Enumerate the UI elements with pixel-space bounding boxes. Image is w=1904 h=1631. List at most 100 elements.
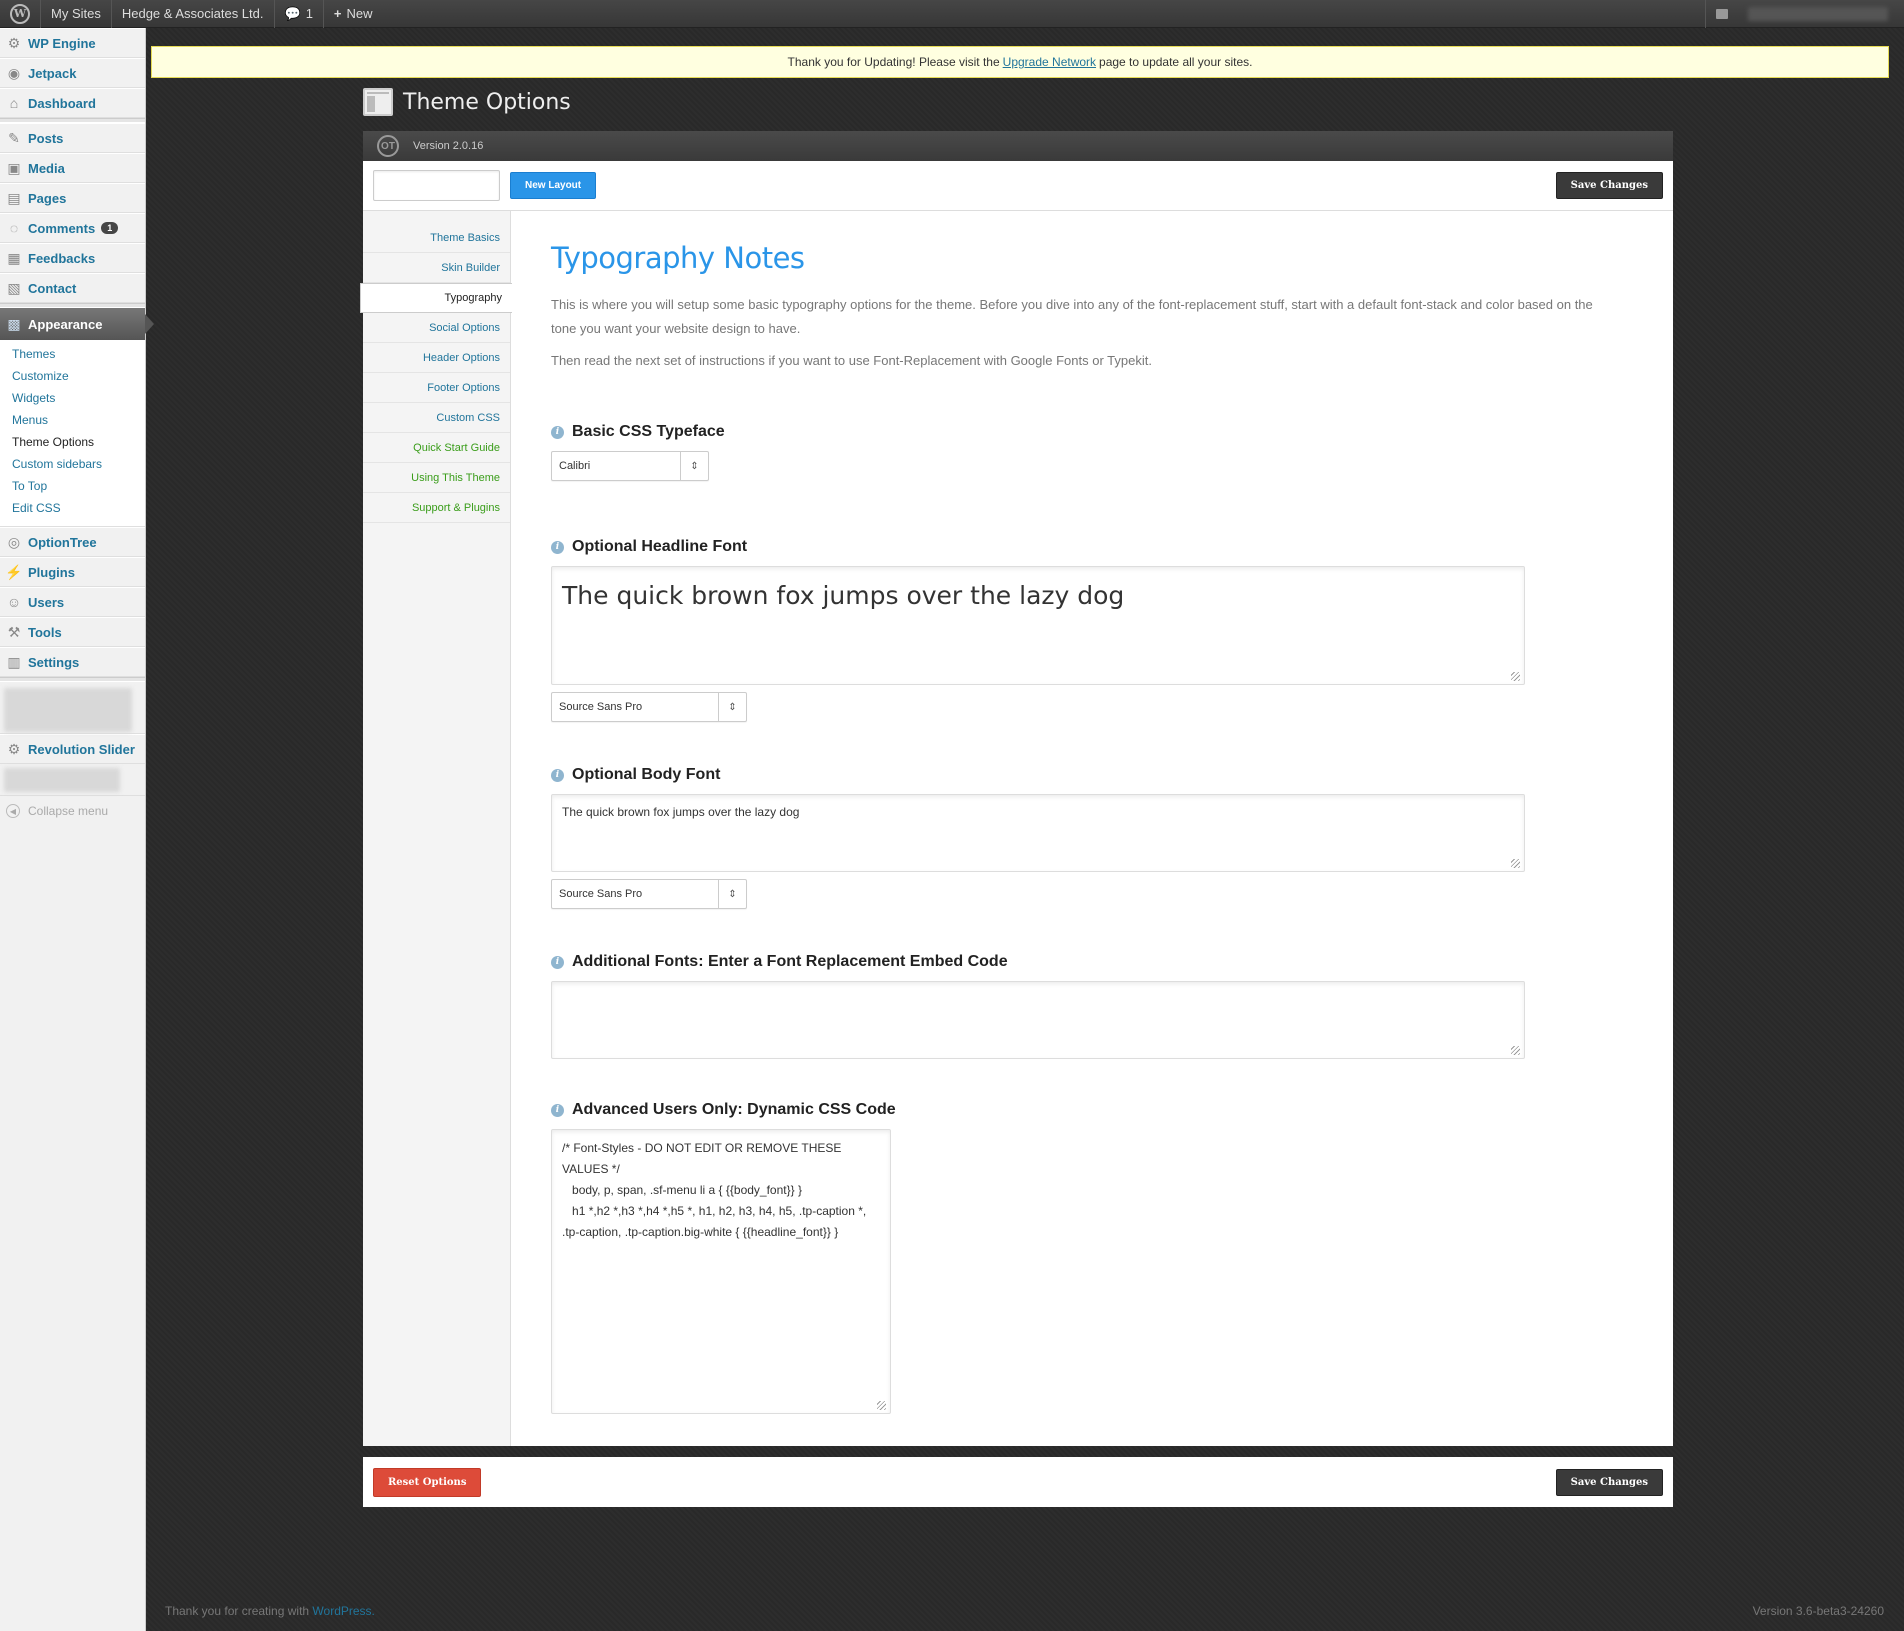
option-label: i Basic CSS Typeface (551, 423, 1633, 441)
submenu-menus[interactable]: Menus (0, 410, 145, 432)
sidebar-item-users[interactable]: ☺ Users (0, 587, 145, 617)
comments-menu[interactable]: 💬 1 (275, 0, 324, 28)
dynamic-css-textarea[interactable]: /* Font-Styles - DO NOT EDIT OR REMOVE T… (551, 1129, 891, 1414)
submenu-themes[interactable]: Themes (0, 344, 145, 366)
tab-support-plugins[interactable]: Support & Plugins (363, 493, 510, 523)
tab-theme-basics[interactable]: Theme Basics (363, 223, 510, 253)
sidebar-item-revolution-slider[interactable]: ⚙ Revolution Slider (0, 734, 145, 764)
tab-custom-css[interactable]: Custom CSS (363, 403, 510, 433)
blurred-plugin-menu[interactable] (0, 682, 145, 734)
font-embed-code-textarea[interactable] (551, 981, 1525, 1059)
sidebar-item-settings[interactable]: ▥ Settings (0, 647, 145, 677)
tools-icon: ⚒ (7, 623, 21, 640)
submenu-customize[interactable]: Customize (0, 366, 145, 388)
info-icon[interactable]: i (551, 540, 564, 554)
save-changes-button-top[interactable]: Save Changes (1555, 172, 1663, 199)
sidebar-item-appearance[interactable]: ▩ Appearance (0, 308, 154, 340)
new-layout-button[interactable]: New Layout (510, 172, 597, 199)
plugin-icon: ⚡ (5, 563, 23, 580)
reset-options-button[interactable]: Reset Options (373, 1467, 482, 1497)
save-changes-button-bottom[interactable]: Save Changes (1555, 1468, 1663, 1496)
sidebar-item-media[interactable]: ▣ Media (0, 153, 145, 183)
panel-header: OT Version 2.0.16 (363, 131, 1673, 161)
resize-grip-icon[interactable] (1511, 1046, 1520, 1055)
select-arrows-icon: ⇕ (718, 880, 746, 908)
option-headline-font: i Optional Headline Font The quick brown… (551, 538, 1633, 722)
notice-text-before: Thank you for Updating! Please visit the (787, 55, 1000, 69)
jetpack-icon: ◉ (7, 64, 21, 81)
headline-font-preview[interactable]: The quick brown fox jumps over the lazy … (551, 566, 1525, 685)
wordpress-link[interactable]: WordPress. (312, 1604, 374, 1618)
comments-badge: 1 (101, 222, 119, 234)
tab-footer-options[interactable]: Footer Options (363, 373, 510, 403)
info-icon[interactable]: i (551, 1103, 564, 1117)
sidebar-item-tools[interactable]: ⚒ Tools (0, 617, 145, 647)
body-font-select[interactable]: Source Sans Pro ⇕ (551, 879, 747, 909)
submenu-to-top[interactable]: To Top (0, 476, 145, 498)
sidebar-item-feedbacks[interactable]: ▦ Feedbacks (0, 243, 145, 273)
tab-quick-start-guide[interactable]: Quick Start Guide (363, 433, 510, 463)
admin-bar: W My Sites Hedge & Associates Ltd. 💬 1 +… (0, 0, 1904, 28)
layout-name-input[interactable] (373, 170, 500, 201)
submenu-theme-options[interactable]: Theme Options (0, 432, 145, 454)
blurred-plugin-menu-2[interactable] (0, 764, 145, 796)
gear-icon: ⚙ (7, 34, 21, 51)
resize-grip-icon[interactable] (877, 1401, 886, 1410)
collapse-arrow-icon: ◀ (6, 804, 20, 818)
option-label: i Advanced Users Only: Dynamic CSS Code (551, 1101, 1633, 1119)
screen-options-toggle[interactable] (1705, 0, 1738, 28)
basic-css-typeface-select[interactable]: Calibri ⇕ (551, 451, 709, 481)
media-icon: ▣ (7, 159, 21, 176)
submenu-custom-sidebars[interactable]: Custom sidebars (0, 454, 145, 476)
upgrade-network-link[interactable]: Upgrade Network (1003, 55, 1096, 69)
info-icon[interactable]: i (551, 425, 564, 439)
account-menu[interactable] (1748, 6, 1888, 21)
tab-skin-builder[interactable]: Skin Builder (363, 253, 510, 283)
info-icon[interactable]: i (551, 955, 564, 969)
resize-grip-icon[interactable] (1511, 672, 1520, 681)
option-label: i Additional Fonts: Enter a Font Replace… (551, 953, 1633, 971)
appearance-icon: ▩ (7, 315, 21, 332)
notice-text-after: page to update all your sites. (1099, 55, 1253, 69)
tab-using-this-theme[interactable]: Using This Theme (363, 463, 510, 493)
sidebar-item-pages[interactable]: ▤ Pages (0, 183, 145, 213)
admin-sidebar: ⚙ WP Engine ◉ Jetpack ⌂ Dashboard ✎ Posts ▣ M… (0, 28, 154, 1631)
sidebar-item-optiontree[interactable]: ◎ OptionTree (0, 527, 145, 557)
footer-thanks: Thank you for creating with WordPress. (165, 1604, 375, 1618)
sidebar-item-wp-engine[interactable]: ⚙ WP Engine (0, 28, 145, 58)
appearance-submenu: Themes Customize Widgets Menus Theme Opt… (0, 340, 145, 527)
sidebar-top-group: ⚙ WP Engine ◉ Jetpack ⌂ Dashboard (0, 28, 145, 118)
sidebar-item-comments[interactable]: ◌ Comments 1 (0, 213, 145, 243)
new-content-menu[interactable]: + New (324, 0, 383, 28)
pin-icon: ✎ (8, 129, 20, 146)
info-icon[interactable]: i (551, 768, 564, 782)
gear-icon: ⚙ (7, 740, 21, 757)
monitor-icon (1716, 8, 1728, 19)
my-sites-menu[interactable]: My Sites (41, 0, 112, 28)
bottom-action-bar: Reset Options Save Changes (363, 1457, 1673, 1507)
site-name-menu[interactable]: Hedge & Associates Ltd. (112, 0, 275, 28)
wordpress-logo-menu[interactable]: W (0, 0, 41, 28)
feedback-icon: ▦ (7, 249, 21, 266)
section-description-2: Then read the next set of instructions i… (551, 353, 1152, 368)
collapse-menu-button[interactable]: ◀ Collapse menu (0, 796, 145, 826)
footer-version: Version 3.6-beta3-24260 (1752, 1604, 1884, 1618)
sidebar-item-plugins[interactable]: ⚡ Plugins (0, 557, 145, 587)
page-title: Theme Options (403, 89, 571, 115)
resize-grip-icon[interactable] (1511, 859, 1520, 868)
sidebar-item-jetpack[interactable]: ◉ Jetpack (0, 58, 145, 88)
options-content: Typography Notes This is where you will … (511, 211, 1673, 1446)
tab-typography[interactable]: Typography (360, 283, 512, 313)
submenu-widgets[interactable]: Widgets (0, 388, 145, 410)
headline-font-select[interactable]: Source Sans Pro ⇕ (551, 692, 747, 722)
submenu-edit-css[interactable]: Edit CSS (0, 498, 145, 520)
sidebar-item-contact[interactable]: ▧ Contact (0, 273, 145, 303)
panel-toolbar: New Layout Save Changes (363, 161, 1673, 211)
option-body-font: i Optional Body Font The quick brown fox… (551, 766, 1633, 909)
tab-social-options[interactable]: Social Options (363, 313, 510, 343)
body-font-preview[interactable]: The quick brown fox jumps over the lazy … (551, 794, 1525, 872)
sidebar-item-posts[interactable]: ✎ Posts (0, 123, 145, 153)
sidebar-item-dashboard[interactable]: ⌂ Dashboard (0, 88, 145, 118)
pages-icon: ▤ (7, 189, 21, 206)
tab-header-options[interactable]: Header Options (363, 343, 510, 373)
